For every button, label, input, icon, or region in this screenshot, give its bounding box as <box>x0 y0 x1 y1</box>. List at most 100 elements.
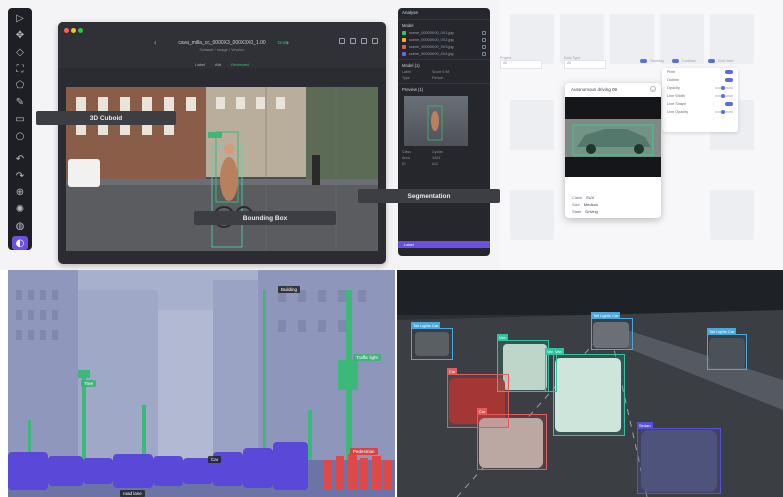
detection-tag: Van <box>553 348 564 355</box>
detection-tag: Van <box>497 334 508 341</box>
setting-row[interactable]: Line Shape <box>662 100 738 108</box>
visibility-icon[interactable] <box>482 44 486 49</box>
export-icon[interactable] <box>372 38 378 44</box>
tag-icon[interactable]: ◇ <box>12 46 28 60</box>
setting-row[interactable]: Pixel <box>662 68 738 76</box>
detection-tag: Car <box>447 368 458 375</box>
brush-icon[interactable]: ✎ <box>12 96 28 110</box>
setting-row[interactable]: Line Opacity <box>662 108 738 116</box>
close-window-dot[interactable] <box>64 28 69 33</box>
preview-row-value: 1024 <box>432 156 440 160</box>
circle-icon[interactable]: ○ <box>12 129 28 143</box>
annotation-tool-panel: ▷ ✥ ◇ ⛶ ⬠ ✎ ▭ ○ ↶ ↷ ⊕ ✺ ◍ ◐ ‹ › cava_mil… <box>0 0 500 270</box>
zoom-icon[interactable]: ⊕ <box>12 186 28 200</box>
segment-tag: Traffic light <box>353 354 381 361</box>
preview-thumbnail-art <box>427 105 443 141</box>
preview-thumbnail[interactable] <box>404 96 468 146</box>
polygon-icon[interactable]: ⬠ <box>12 79 28 93</box>
segment-tag: Tree <box>81 380 97 387</box>
preview-row-value: #12 <box>432 162 438 166</box>
model-row-value: Person <box>432 76 444 80</box>
card-car-image[interactable] <box>565 97 661 177</box>
analysis-right-panel: Analyse Model scene_00000X00_0X1.jpg sce… <box>398 8 490 256</box>
brightness-icon[interactable]: ✺ <box>12 203 28 217</box>
slider-handle[interactable] <box>721 110 725 114</box>
card-title: Autonomous driving 09 <box>571 87 618 92</box>
setting-slider[interactable] <box>715 94 733 98</box>
card-meta-value: Medium <box>583 202 599 207</box>
detection-tag: Car <box>477 408 488 415</box>
fullscreen-icon[interactable] <box>361 38 367 44</box>
setting-row[interactable]: Line Width <box>662 92 738 100</box>
detection-box[interactable] <box>477 414 547 470</box>
visibility-icon[interactable] <box>482 30 486 35</box>
contrast-toggle-label: Contrast <box>682 59 696 63</box>
tag-label[interactable]: Label <box>195 62 205 67</box>
model-row: Type Person <box>398 75 490 81</box>
setting-row[interactable]: Opacity <box>662 84 738 92</box>
detection-box[interactable] <box>411 328 453 360</box>
detection-box[interactable] <box>707 334 747 370</box>
file-row[interactable]: scene_00000X00_0X2.jpg <box>398 36 490 43</box>
file-row[interactable]: scene_00000X00_0X1.jpg <box>398 29 490 36</box>
layers-icon[interactable] <box>339 38 345 44</box>
tracking-toggle-label: Tracking <box>650 59 664 63</box>
move-icon[interactable]: ✥ <box>12 29 28 43</box>
project-select[interactable]: All <box>500 60 542 69</box>
undo-icon[interactable]: ↶ <box>12 152 28 166</box>
bounding-box-label: Bounding Box <box>194 211 336 225</box>
gallery-thumbnail[interactable] <box>510 14 554 64</box>
gallery-thumbnail[interactable] <box>710 14 754 64</box>
slider-handle[interactable] <box>721 86 725 90</box>
setting-toggle[interactable] <box>725 102 733 106</box>
gallery-thumbnail[interactable] <box>510 190 554 240</box>
grid-icon[interactable] <box>350 38 356 44</box>
slider-handle[interactable] <box>721 94 725 98</box>
detection-box[interactable] <box>553 354 625 436</box>
setting-slider[interactable] <box>715 110 733 114</box>
gallery-thumbnail[interactable] <box>510 100 554 150</box>
close-icon[interactable]: × <box>650 86 656 92</box>
setting-toggle[interactable] <box>725 78 733 82</box>
segmented-city-image[interactable] <box>8 270 395 497</box>
trash-icon[interactable]: ▭ <box>12 113 28 127</box>
detection-tag: Tail Lights Car <box>591 312 621 319</box>
settings-icon[interactable]: ◍ <box>12 219 28 233</box>
card-meta-value: SUV <box>586 195 595 200</box>
visibility-icon[interactable] <box>482 37 486 42</box>
detection-box[interactable] <box>637 428 721 494</box>
file-color-swatch <box>402 37 406 42</box>
gallery-thumbnail[interactable] <box>660 14 704 64</box>
grid-view-toggle-label: Grid View <box>718 59 734 63</box>
setting-row[interactable]: Outline <box>662 76 738 84</box>
pointer-icon[interactable]: ▷ <box>12 12 28 26</box>
tracking-toggle[interactable] <box>640 59 647 63</box>
detection-box[interactable] <box>591 318 633 350</box>
file-name: scene_00000X00_0X3.jpg <box>409 44 454 49</box>
setting-label: Line Width <box>667 94 685 98</box>
gallery-thumbnail[interactable] <box>610 14 654 64</box>
tag-reviewed[interactable]: Reviewed <box>231 62 249 67</box>
setting-label: Line Opacity <box>667 110 689 114</box>
model-row-key: Type <box>402 76 410 80</box>
model-row-value: Score 0.98 <box>432 70 450 74</box>
data-type-select[interactable]: All <box>564 60 606 69</box>
contrast-toggle[interactable] <box>672 59 679 63</box>
file-row[interactable]: scene_00000X00_0X4.jpg <box>398 50 490 57</box>
card-meta-key: Class <box>572 195 583 200</box>
box-icon[interactable]: ⛶ <box>12 62 28 76</box>
setting-slider[interactable] <box>715 86 733 90</box>
tag-attr[interactable]: Attr <box>215 62 221 67</box>
files-section-title: Model <box>398 19 490 29</box>
gallery-thumbnail[interactable] <box>710 190 754 240</box>
file-row[interactable]: scene_00000X00_0X3.jpg <box>398 43 490 50</box>
visibility-icon[interactable] <box>482 51 486 56</box>
contrast-icon[interactable]: ◐ <box>12 236 28 250</box>
minimize-window-dot[interactable] <box>71 28 76 33</box>
setting-label: Line Shape <box>667 102 687 106</box>
maximize-window-dot[interactable] <box>78 28 83 33</box>
selected-layer-row[interactable]: Label <box>398 241 490 248</box>
redo-icon[interactable]: ↷ <box>12 169 28 183</box>
grid-view-toggle[interactable] <box>708 59 715 63</box>
setting-toggle[interactable] <box>725 70 733 74</box>
